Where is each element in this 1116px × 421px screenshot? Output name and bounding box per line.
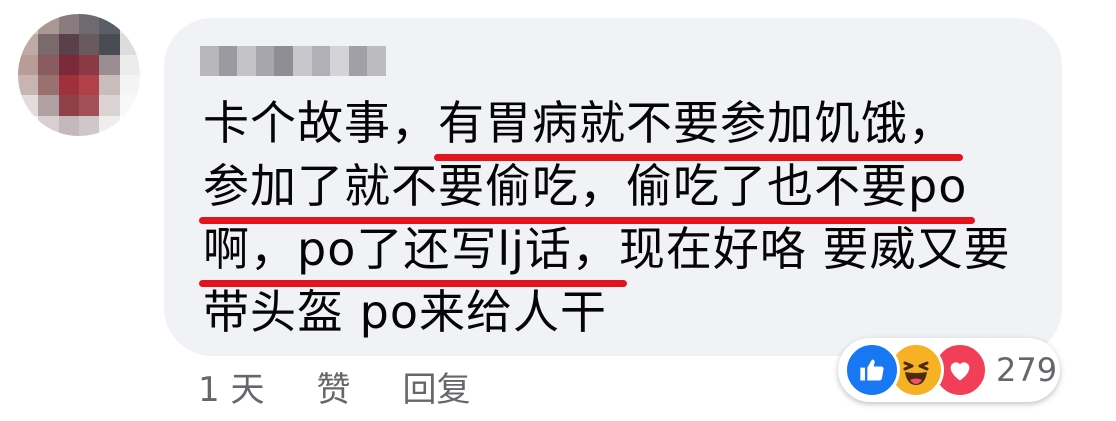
- reply-button[interactable]: 回复: [402, 362, 470, 411]
- comment-line: 带头盔 po来给人干: [203, 281, 1043, 344]
- text-segment: 现在好咯 要威又要: [618, 222, 1011, 276]
- comment-line: 卡个故事，有胃病就不要参加饥饿，: [203, 92, 1043, 161]
- comment-line: 啊，po了还写lj话，现在好咯 要威又要: [199, 218, 1043, 287]
- like-button[interactable]: 赞: [316, 362, 350, 411]
- like-icon: [844, 342, 900, 398]
- author-name[interactable]: [200, 46, 386, 76]
- avatar[interactable]: [18, 14, 140, 136]
- timestamp[interactable]: 1 天: [198, 362, 264, 411]
- underlined-text: 参加了就不要偷吃，偷吃了也不要po: [198, 155, 976, 224]
- text-segment: 带头盔 po来给人干: [203, 285, 607, 339]
- reactions-summary[interactable]: 279: [838, 338, 1060, 402]
- underlined-text: 有胃病就不要参加饥饿，: [434, 92, 963, 161]
- comment-text: 卡个故事，有胃病就不要参加饥饿， 参加了就不要偷吃，偷吃了也不要po 啊，po了…: [198, 92, 1043, 344]
- reaction-count: 279: [996, 351, 1058, 389]
- comment-actions: 1 天 赞 回复: [198, 362, 470, 411]
- underlined-text: 啊，po了还写lj话，: [199, 218, 627, 287]
- comment-line: 参加了就不要偷吃，偷吃了也不要po: [198, 155, 1043, 224]
- text-segment: 卡个故事，: [203, 96, 438, 150]
